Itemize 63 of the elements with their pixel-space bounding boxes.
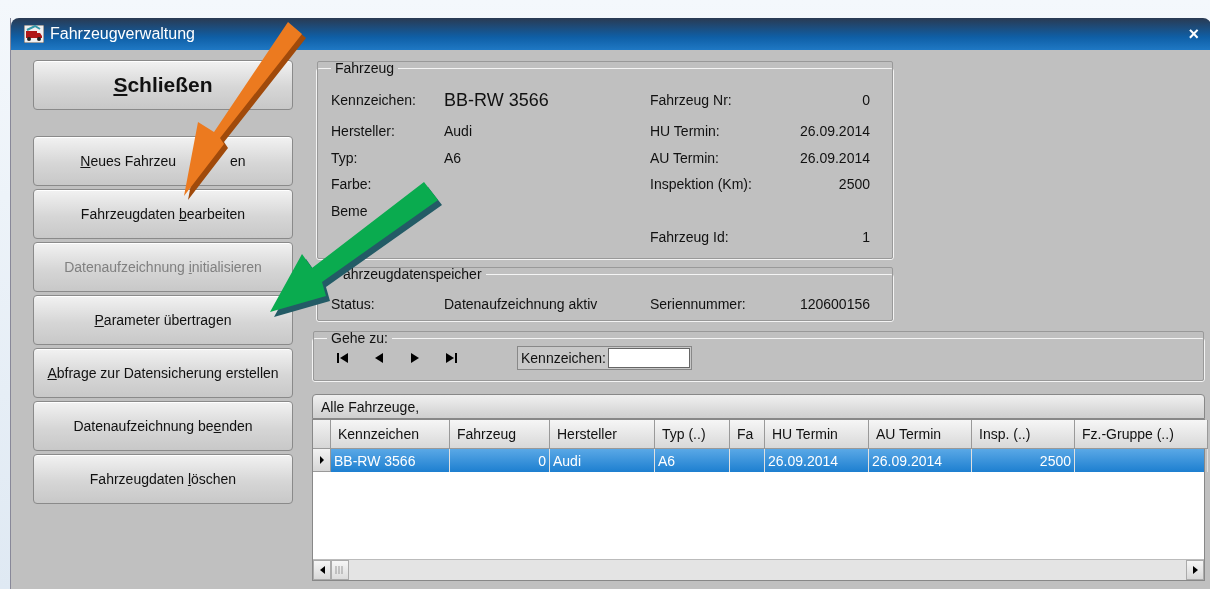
field-label: Beme (331, 202, 369, 219)
action-button[interactable]: Datenaufzeichnung beenden (33, 401, 293, 451)
list-title: Alle Fahrzeuge, (321, 398, 420, 415)
table-cell: 2500 (972, 449, 1075, 472)
field-label: Typ: (331, 149, 359, 166)
row-header (313, 420, 331, 449)
column-header[interactable]: Fahrzeug (450, 420, 550, 449)
window-title: Fahrzeugverwaltung (50, 25, 196, 43)
action-button[interactable]: Parameter übertragen (33, 295, 293, 345)
field-value: 26.09.2014 (798, 123, 870, 140)
field-label: Status: (331, 296, 376, 312)
field-label: AU Termin: (650, 149, 720, 166)
table-cell: Audi (550, 449, 655, 472)
field-label: Seriennummer: (650, 296, 747, 312)
table-cell: A6 (655, 449, 730, 472)
close-button[interactable]: × (1184, 23, 1203, 45)
field-label: Hersteller: (331, 123, 396, 140)
triangle-left-icon (373, 353, 385, 363)
field-label: HU Termin: (650, 123, 721, 140)
column-header[interactable]: HU Termin (765, 420, 869, 449)
table-cell: 26.09.2014 (765, 449, 869, 472)
field-label: Farbe: (331, 176, 373, 193)
field-value: Audi (444, 123, 474, 140)
field-label: Fahrzeug Nr: (650, 92, 733, 108)
table-cell: BB-RW 3566 (331, 449, 450, 472)
plate-search-field[interactable]: Kennzeichen: (517, 346, 692, 370)
column-header[interactable]: AU Termin (869, 420, 972, 449)
group-title: Fahrzeug (334, 60, 396, 76)
column-header[interactable]: Kennzeichen (331, 420, 450, 449)
column-header[interactable]: Typ (..) (655, 420, 730, 449)
field-label: Fahrzeug Id: (650, 229, 730, 246)
skip-back-icon (337, 353, 349, 363)
field-value: Datenaufzeichnung aktiv (444, 296, 599, 312)
current-row-icon (319, 456, 324, 464)
field-label: Inspektion (Km): (650, 176, 753, 193)
field-value: 0 (861, 92, 870, 108)
field-value: BB-RW 3566 (444, 89, 550, 111)
scroll-left-icon[interactable] (319, 566, 325, 574)
action-button[interactable]: Neues Fahrzeu en (33, 136, 293, 186)
field-value: 1 (861, 229, 870, 246)
column-header[interactable]: Hersteller (550, 420, 655, 449)
group-title: ahrzeugdatenspeicher (342, 266, 483, 282)
action-button[interactable]: Fahrzeugdaten löschen (33, 454, 293, 504)
triangle-right-icon (409, 353, 421, 363)
column-header[interactable]: Fa (730, 420, 765, 449)
scroll-right-icon[interactable] (1192, 566, 1198, 574)
table-cell: 26.09.2014 (869, 449, 972, 472)
truck-icon (24, 25, 44, 43)
field-value: A6 (444, 149, 463, 166)
table-cell: 0 (450, 449, 550, 472)
grip-icon[interactable] (335, 566, 345, 574)
action-button[interactable]: Abfrage zur Datensicherung erstellen (33, 348, 293, 398)
action-button[interactable]: Fahrzeugdaten bearbeiten (33, 189, 293, 239)
field-value: 26.09.2014 (798, 149, 870, 166)
close-window-button[interactable]: Schließen (33, 60, 293, 110)
column-header[interactable]: Fz.-Gruppe (..) (1075, 420, 1208, 449)
field-value: 120600156 (798, 296, 870, 312)
skip-forward-icon (445, 353, 457, 363)
column-header[interactable]: Insp. (..) (972, 420, 1075, 449)
horizontal-scrollbar[interactable] (313, 559, 1204, 580)
group-title: Gehe zu: (330, 330, 389, 346)
field-value: 2500 (837, 176, 870, 193)
field-label: Kennzeichen: (331, 92, 417, 108)
